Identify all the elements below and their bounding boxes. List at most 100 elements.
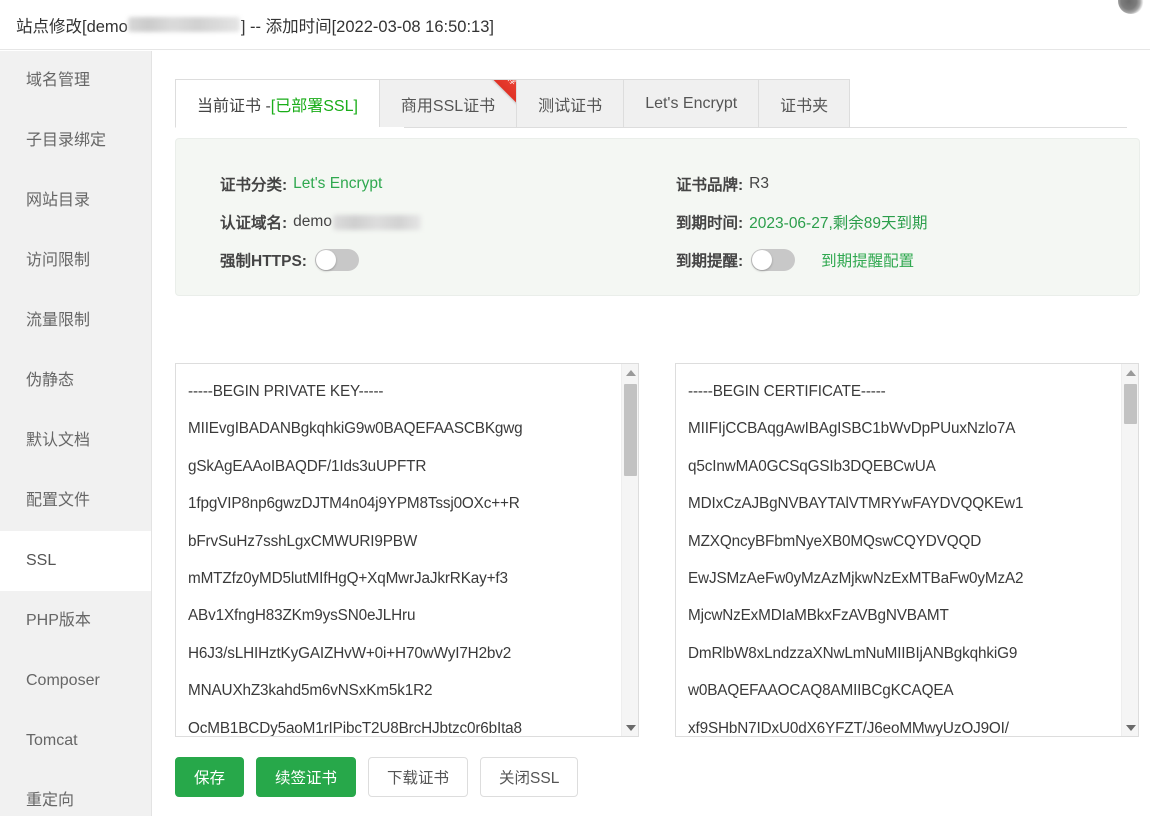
key-line: OcMB1BCDy5aoM1rIPibcT2U8BrcHJbtzc0r6bIta…: [188, 719, 522, 736]
cert-type-row: 证书分类: Let's Encrypt: [220, 165, 421, 203]
key-line: mMTZfz0yMD5lutMIfHgQ+XqMwrJaJkrRKay+f3: [188, 570, 508, 588]
cert-domain-label: 认证域名:: [220, 215, 288, 232]
pem-scrollbar[interactable]: [1121, 364, 1138, 736]
sidebar-item-label: 配置文件: [26, 492, 91, 509]
sidebar-item-label: 网站目录: [26, 192, 91, 209]
close-ssl-button[interactable]: 关闭SSL: [480, 757, 579, 797]
cert-expire-row: 到期时间: 2023-06-27,剩余89天到期: [676, 203, 928, 241]
key-scrollbar[interactable]: [621, 364, 638, 736]
cert-expire-value: 2023-06-27,剩余89天到期: [749, 215, 928, 232]
toggle-knob: [752, 250, 773, 270]
expire-remind-row: 到期提醒: 到期提醒配置: [676, 241, 928, 279]
page-title: 站点修改[demo ] -- 添加时间[2022-03-08 16:50:13]: [16, 13, 494, 37]
pem-line: w0BAQEFAAOCAQ8AMIIBCgKCAQEA: [688, 682, 954, 700]
sidebar-item-tomcat[interactable]: Tomcat: [0, 711, 151, 771]
cert-info-left-column: 证书分类: Let's Encrypt 认证域名: demo 强制HTTPS:: [220, 165, 421, 279]
save-button[interactable]: 保存: [175, 757, 245, 797]
cert-brand-value: R3: [749, 175, 769, 192]
mouse-cursor-icon: [1118, 0, 1144, 14]
tab-cert-folder[interactable]: 证书夹: [759, 79, 851, 128]
tab-test-cert[interactable]: 测试证书: [517, 79, 625, 128]
sidebar-item-label: SSL: [26, 552, 57, 569]
key-line: 1fpgVIP8np6gwzDJTM4n04j9YPM8Tssj0OXc++R: [188, 495, 520, 513]
pem-line: MIIFIjCCBAqgAwIBAgISBC1bWvDpPUuxNzlo7A: [688, 420, 1016, 438]
content-area: 当前证书 - [已部署SSL] 商用SSL证书 推荐 测试证书 Let's En…: [153, 51, 1150, 816]
sidebar-item-label: 重定向: [26, 792, 75, 809]
download-cert-button[interactable]: 下载证书: [368, 757, 469, 797]
tab-lets-encrypt[interactable]: Let's Encrypt: [624, 79, 760, 128]
pem-line: q5cInwMA0GCSqGSIb3DQEBCwUA: [688, 457, 936, 475]
sidebar-item-ssl[interactable]: SSL: [0, 531, 151, 591]
scroll-up-arrow-icon[interactable]: [622, 364, 638, 381]
sidebar-item-config-file[interactable]: 配置文件: [0, 471, 151, 531]
tab-label: 当前证书 -: [197, 97, 271, 115]
key-textarea-content: -----BEGIN PRIVATE KEY----- MIIEvgIBADAN…: [176, 364, 621, 736]
tab-bar: 当前证书 - [已部署SSL] 商用SSL证书 推荐 测试证书 Let's En…: [175, 79, 851, 128]
expire-remind-config-link[interactable]: 到期提醒配置: [821, 249, 914, 271]
cert-info-right-column: 证书品牌: R3 到期时间: 2023-06-27,剩余89天到期 到期提醒: …: [676, 165, 928, 279]
key-textarea[interactable]: -----BEGIN PRIVATE KEY----- MIIEvgIBADAN…: [175, 363, 639, 737]
pem-textarea[interactable]: -----BEGIN CERTIFICATE----- MIIFIjCCBAqg…: [675, 363, 1139, 737]
cert-domain-value: demo: [293, 213, 332, 230]
cert-type-value: Let's Encrypt: [293, 175, 383, 192]
redacted-domain-block: [332, 214, 421, 230]
cert-type-label: 证书分类:: [220, 177, 288, 194]
sidebar-item-label: PHP版本: [26, 612, 91, 629]
scroll-down-arrow-icon[interactable]: [622, 719, 638, 736]
sidebar-item-label: 流量限制: [26, 312, 91, 329]
sidebar-item-redirect[interactable]: 重定向: [0, 771, 151, 816]
sidebar-item-label: Composer: [26, 672, 100, 689]
expire-remind-toggle[interactable]: [751, 249, 796, 271]
tab-commercial-ssl[interactable]: 商用SSL证书 推荐: [379, 79, 518, 128]
sidebar-item-label: 子目录绑定: [26, 132, 107, 149]
pem-line: MZXQncyBFbmNyeXB0MQswCQYDVQQD: [688, 532, 982, 550]
sidebar-item-label: Tomcat: [26, 732, 78, 749]
tab-label: Let's Encrypt: [645, 94, 738, 112]
sidebar-item-composer[interactable]: Composer: [0, 651, 151, 711]
key-line: bFrvSuHz7sshLgxCMWURI9PBW: [188, 532, 418, 550]
renew-cert-button[interactable]: 续签证书: [256, 757, 357, 797]
tab-label: 测试证书: [538, 97, 603, 115]
force-https-label: 强制HTTPS:: [220, 253, 307, 270]
scrollbar-thumb[interactable]: [1124, 384, 1137, 424]
key-line: MIIEvgIBADANBgkqhkiG9w0BAQEFAASCBKgwg: [188, 420, 523, 438]
key-line: H6J3/sLHIHztKyGAIZHvW+0i+H70wWyI7H2bv2: [188, 644, 512, 662]
sidebar-item-traffic-limit[interactable]: 流量限制: [0, 291, 151, 351]
pem-line: DmRlbW8xLndzzaXNwLmNuMIIBIjANBgkqhkiG9: [688, 644, 1018, 662]
cert-domain-row: 认证域名: demo: [220, 203, 421, 241]
sidebar-item-label: 域名管理: [26, 72, 91, 89]
pem-line: xf9SHbN7IDxU0dX6YFZT/J6eoMMwyUzOJ9OI/: [688, 719, 1009, 736]
tab-current-cert[interactable]: 当前证书 - [已部署SSL]: [175, 79, 380, 128]
scrollbar-thumb[interactable]: [624, 384, 637, 476]
sidebar-item-php-version[interactable]: PHP版本: [0, 591, 151, 651]
sidebar-item-rewrite[interactable]: 伪静态: [0, 351, 151, 411]
expire-remind-label: 到期提醒:: [676, 253, 744, 270]
page-title-suffix: ] -- 添加时间[2022-03-08 16:50:13]: [240, 18, 494, 36]
scroll-down-arrow-icon[interactable]: [1122, 719, 1138, 736]
force-https-toggle[interactable]: [314, 249, 359, 271]
sidebar-item-label: 访问限制: [26, 252, 91, 269]
key-line: MNAUXhZ3kahd5m6vNSxKm5k1R2: [188, 682, 433, 700]
pem-line: -----BEGIN CERTIFICATE-----: [688, 383, 886, 400]
redacted-domain-block: [127, 17, 240, 32]
key-line: ABv1XfngH83ZKm9ysSN0eJLHru: [188, 607, 416, 625]
sidebar-item-label: 默认文档: [26, 432, 91, 449]
active-tab-underline-gap: [176, 127, 404, 129]
sidebar-item-default-doc[interactable]: 默认文档: [0, 411, 151, 471]
tab-label: 商用SSL证书: [400, 97, 496, 115]
key-line: -----BEGIN PRIVATE KEY-----: [188, 383, 384, 400]
pem-line: MDIxCzAJBgNVBAYTAlVTMRYwFAYDVQQKEw1: [688, 495, 1024, 513]
pem-line: EwJSMzAeFw0yMzAzMjkwNzExMTBaFw0yMzA2: [688, 570, 1024, 588]
sidebar-item-access-limit[interactable]: 访问限制: [0, 231, 151, 291]
sidebar-item-subdir[interactable]: 子目录绑定: [0, 111, 151, 171]
page-header: 站点修改[demo ] -- 添加时间[2022-03-08 16:50:13]: [0, 0, 1150, 50]
scroll-up-arrow-icon[interactable]: [1122, 364, 1138, 381]
sidebar-item-site-dir[interactable]: 网站目录: [0, 171, 151, 231]
sidebar-item-label: 伪静态: [26, 372, 75, 389]
cert-brand-label: 证书品牌:: [676, 177, 744, 194]
force-https-row: 强制HTTPS:: [220, 241, 421, 279]
page-title-prefix: 站点修改[demo: [16, 18, 128, 36]
sidebar-item-domain[interactable]: 域名管理: [0, 51, 151, 111]
pem-line: MjcwNzExMDIaMBkxFzAVBgNVBAMT: [688, 607, 949, 625]
tab-label: 证书夹: [780, 97, 829, 115]
